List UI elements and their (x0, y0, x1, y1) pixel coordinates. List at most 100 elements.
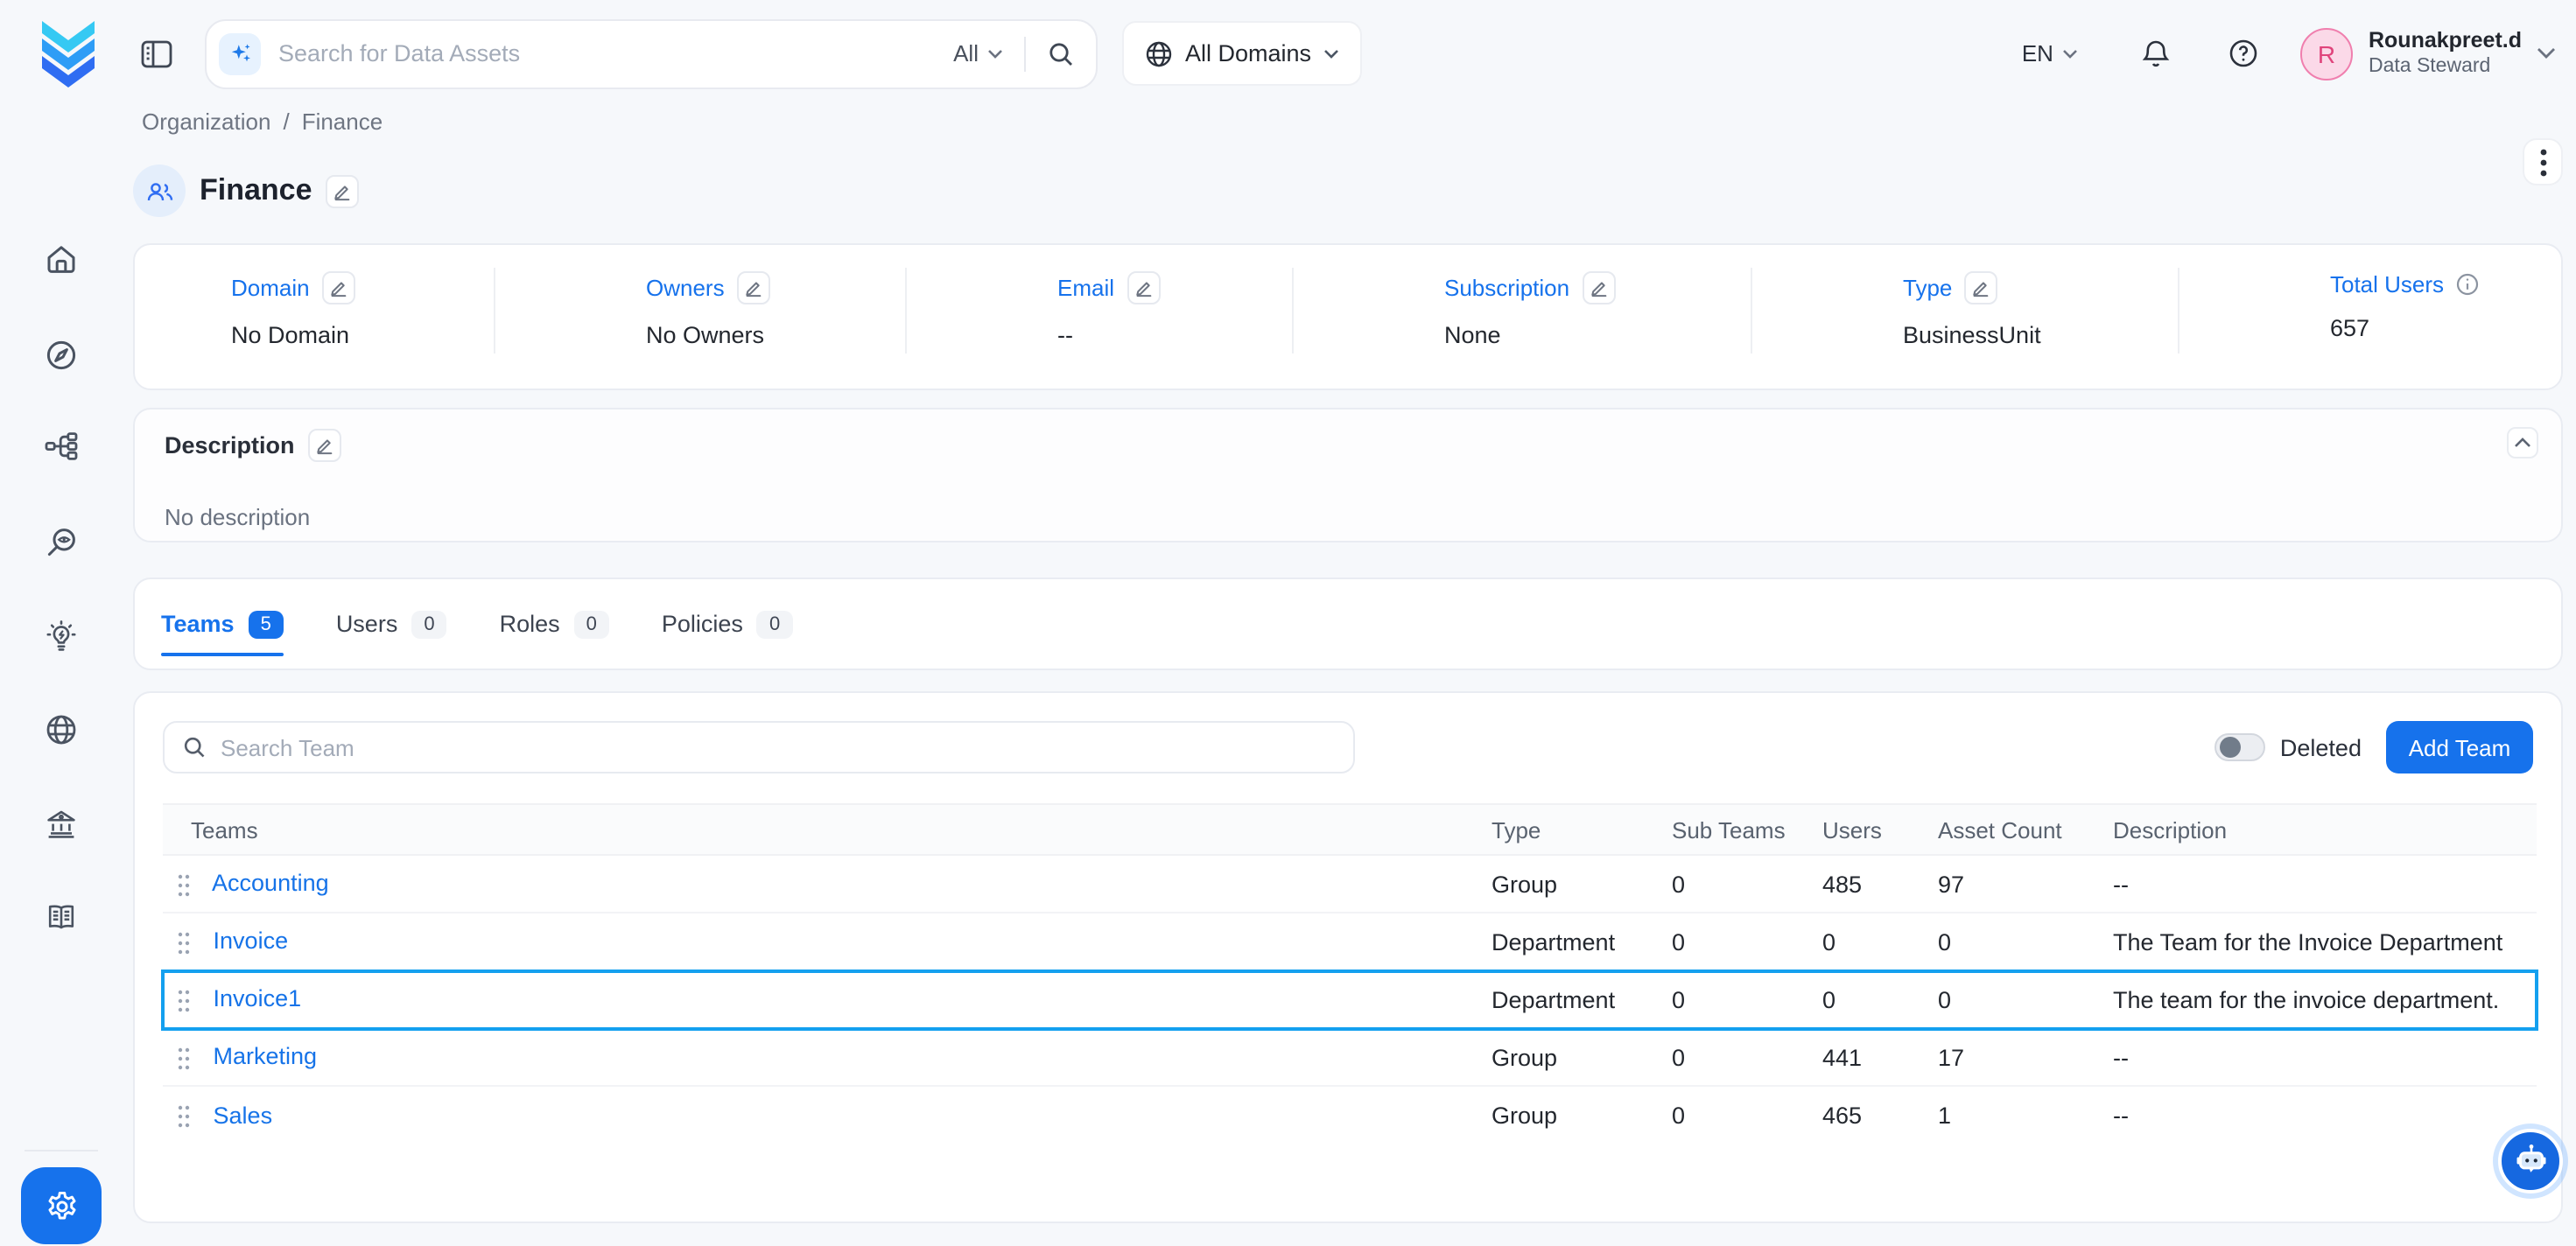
edit-type-button[interactable] (1964, 271, 1997, 304)
avatar-initial: R (2318, 39, 2335, 67)
table-row[interactable]: Sales Group 0 465 1 -- (163, 1086, 2537, 1144)
field-label: Total Users (2330, 271, 2444, 298)
team-link[interactable]: Accounting (212, 871, 329, 897)
user-role: Data Steward (2369, 54, 2522, 80)
deleted-toggle[interactable] (2215, 733, 2266, 761)
sidebar-item-glossary[interactable] (44, 900, 79, 934)
cell-type: Department (1492, 913, 1672, 970)
search-icon[interactable] (1047, 39, 1075, 67)
page-header: Finance (133, 164, 360, 217)
cell-description: -- (2113, 1028, 2537, 1086)
description-empty-text: No description (165, 504, 2537, 530)
tabs-bar: Teams 5 Users 0 Roles 0 Policies 0 (133, 578, 2563, 670)
tab-roles[interactable]: Roles 0 (500, 579, 609, 668)
team-link[interactable]: Invoice (214, 928, 289, 955)
sidebar-item-domains[interactable] (44, 712, 79, 747)
user-menu-chevron-icon[interactable] (2536, 47, 2555, 60)
collapse-description-button[interactable] (2507, 427, 2538, 458)
sidebar-item-data-flow[interactable] (44, 429, 79, 464)
cell-type: Group (1492, 1086, 1672, 1144)
gear-icon (43, 1187, 80, 1224)
drag-handle-icon[interactable] (177, 1046, 191, 1070)
col-type: Type (1492, 804, 1672, 855)
sidebar-item-home[interactable] (44, 242, 79, 276)
drag-handle-icon[interactable] (177, 930, 191, 955)
field-label: Domain (231, 275, 310, 301)
edit-pencil-icon (316, 436, 335, 455)
cell-asset-count: 0 (1938, 913, 2113, 970)
tab-users-count: 0 (411, 610, 446, 638)
table-row[interactable]: Invoice1 Department 0 0 0 The team for t… (163, 970, 2537, 1028)
edit-domain-button[interactable] (322, 271, 355, 304)
teams-table: Teams Type Sub Teams Users Asset Count D… (163, 803, 2537, 1144)
edit-owners-button[interactable] (737, 271, 770, 304)
cell-description: The Team for the Invoice Department (2113, 913, 2537, 970)
field-value: 657 (2330, 315, 2561, 341)
help-icon[interactable] (2229, 38, 2258, 68)
language-selector[interactable]: EN (2022, 40, 2078, 66)
edit-pencil-icon (329, 278, 348, 298)
search-scope-value: All (953, 40, 979, 66)
team-link[interactable]: Sales (214, 1102, 273, 1128)
breadcrumb-finance[interactable]: Finance (302, 108, 383, 135)
table-row[interactable]: Accounting Group 0 485 97 -- (163, 855, 2537, 913)
drag-handle-icon[interactable] (177, 1104, 191, 1129)
sidebar (0, 107, 123, 1246)
team-link[interactable]: Invoice1 (214, 986, 302, 1012)
data-flow-icon (44, 429, 79, 464)
cell-users: 0 (1822, 970, 1938, 1028)
insights-icon (44, 620, 79, 654)
cell-users: 465 (1822, 1086, 1938, 1144)
user-avatar[interactable]: R (2300, 27, 2353, 80)
assistant-robot-button[interactable] (2498, 1129, 2563, 1194)
sidebar-toggle-icon[interactable] (140, 38, 173, 69)
sidebar-item-settings[interactable] (21, 1167, 102, 1244)
cell-asset-count: 0 (1938, 970, 2113, 1028)
notifications-icon[interactable] (2141, 38, 2171, 69)
field-value: None (1444, 322, 1752, 348)
tab-teams[interactable]: Teams 5 (161, 579, 284, 668)
team-link[interactable]: Marketing (214, 1044, 318, 1070)
table-row[interactable]: Marketing Group 0 441 17 -- (163, 1028, 2537, 1086)
drag-handle-icon[interactable] (177, 872, 191, 897)
cell-type: Group (1492, 855, 1672, 913)
sidebar-item-observability[interactable] (44, 525, 79, 560)
cell-asset-count: 1 (1938, 1086, 2113, 1144)
team-search[interactable] (163, 721, 1355, 774)
global-search-input[interactable] (278, 40, 953, 66)
user-info[interactable]: Rounakpreet.d Data Steward (2369, 27, 2522, 80)
chevron-up-icon (2514, 438, 2531, 448)
manage-kebab-menu[interactable] (2523, 138, 2563, 186)
ai-sparkle-icon[interactable] (219, 32, 261, 74)
domains-selector-value: All Domains (1185, 40, 1311, 66)
drag-handle-icon[interactable] (177, 988, 191, 1012)
edit-email-button[interactable] (1127, 271, 1160, 304)
edit-subscription-button[interactable] (1582, 271, 1615, 304)
domains-globe-icon (44, 712, 79, 747)
page-title: Finance (200, 173, 312, 208)
add-team-button[interactable]: Add Team (2386, 721, 2533, 774)
sidebar-item-explore[interactable] (44, 338, 79, 373)
edit-description-button[interactable] (309, 429, 342, 462)
cell-description: -- (2113, 1086, 2537, 1144)
edit-team-name-button[interactable] (326, 174, 360, 207)
global-search[interactable]: All (205, 18, 1098, 88)
tab-policies[interactable]: Policies 0 (662, 579, 792, 668)
cell-sub-teams: 0 (1672, 970, 1822, 1028)
domains-selector[interactable]: All Domains (1122, 21, 1362, 86)
language-value: EN (2022, 40, 2053, 66)
total-users-info-icon[interactable] (2456, 273, 2479, 296)
robot-icon (2511, 1142, 2550, 1180)
tab-users[interactable]: Users 0 (336, 579, 447, 668)
cell-asset-count: 17 (1938, 1028, 2113, 1086)
field-value: -- (1057, 322, 1294, 348)
team-search-input[interactable] (221, 734, 1336, 760)
sidebar-item-insights[interactable] (44, 620, 79, 654)
breadcrumb-organization[interactable]: Organization (142, 108, 270, 135)
sidebar-item-governance[interactable] (44, 807, 79, 842)
app-logo-icon[interactable] (39, 18, 98, 88)
field-label: Type (1903, 275, 1952, 301)
table-row[interactable]: Invoice Department 0 0 0 The Team for th… (163, 913, 2537, 970)
edit-pencil-icon (1971, 278, 1990, 298)
search-scope-dropdown[interactable]: All (953, 40, 1003, 66)
